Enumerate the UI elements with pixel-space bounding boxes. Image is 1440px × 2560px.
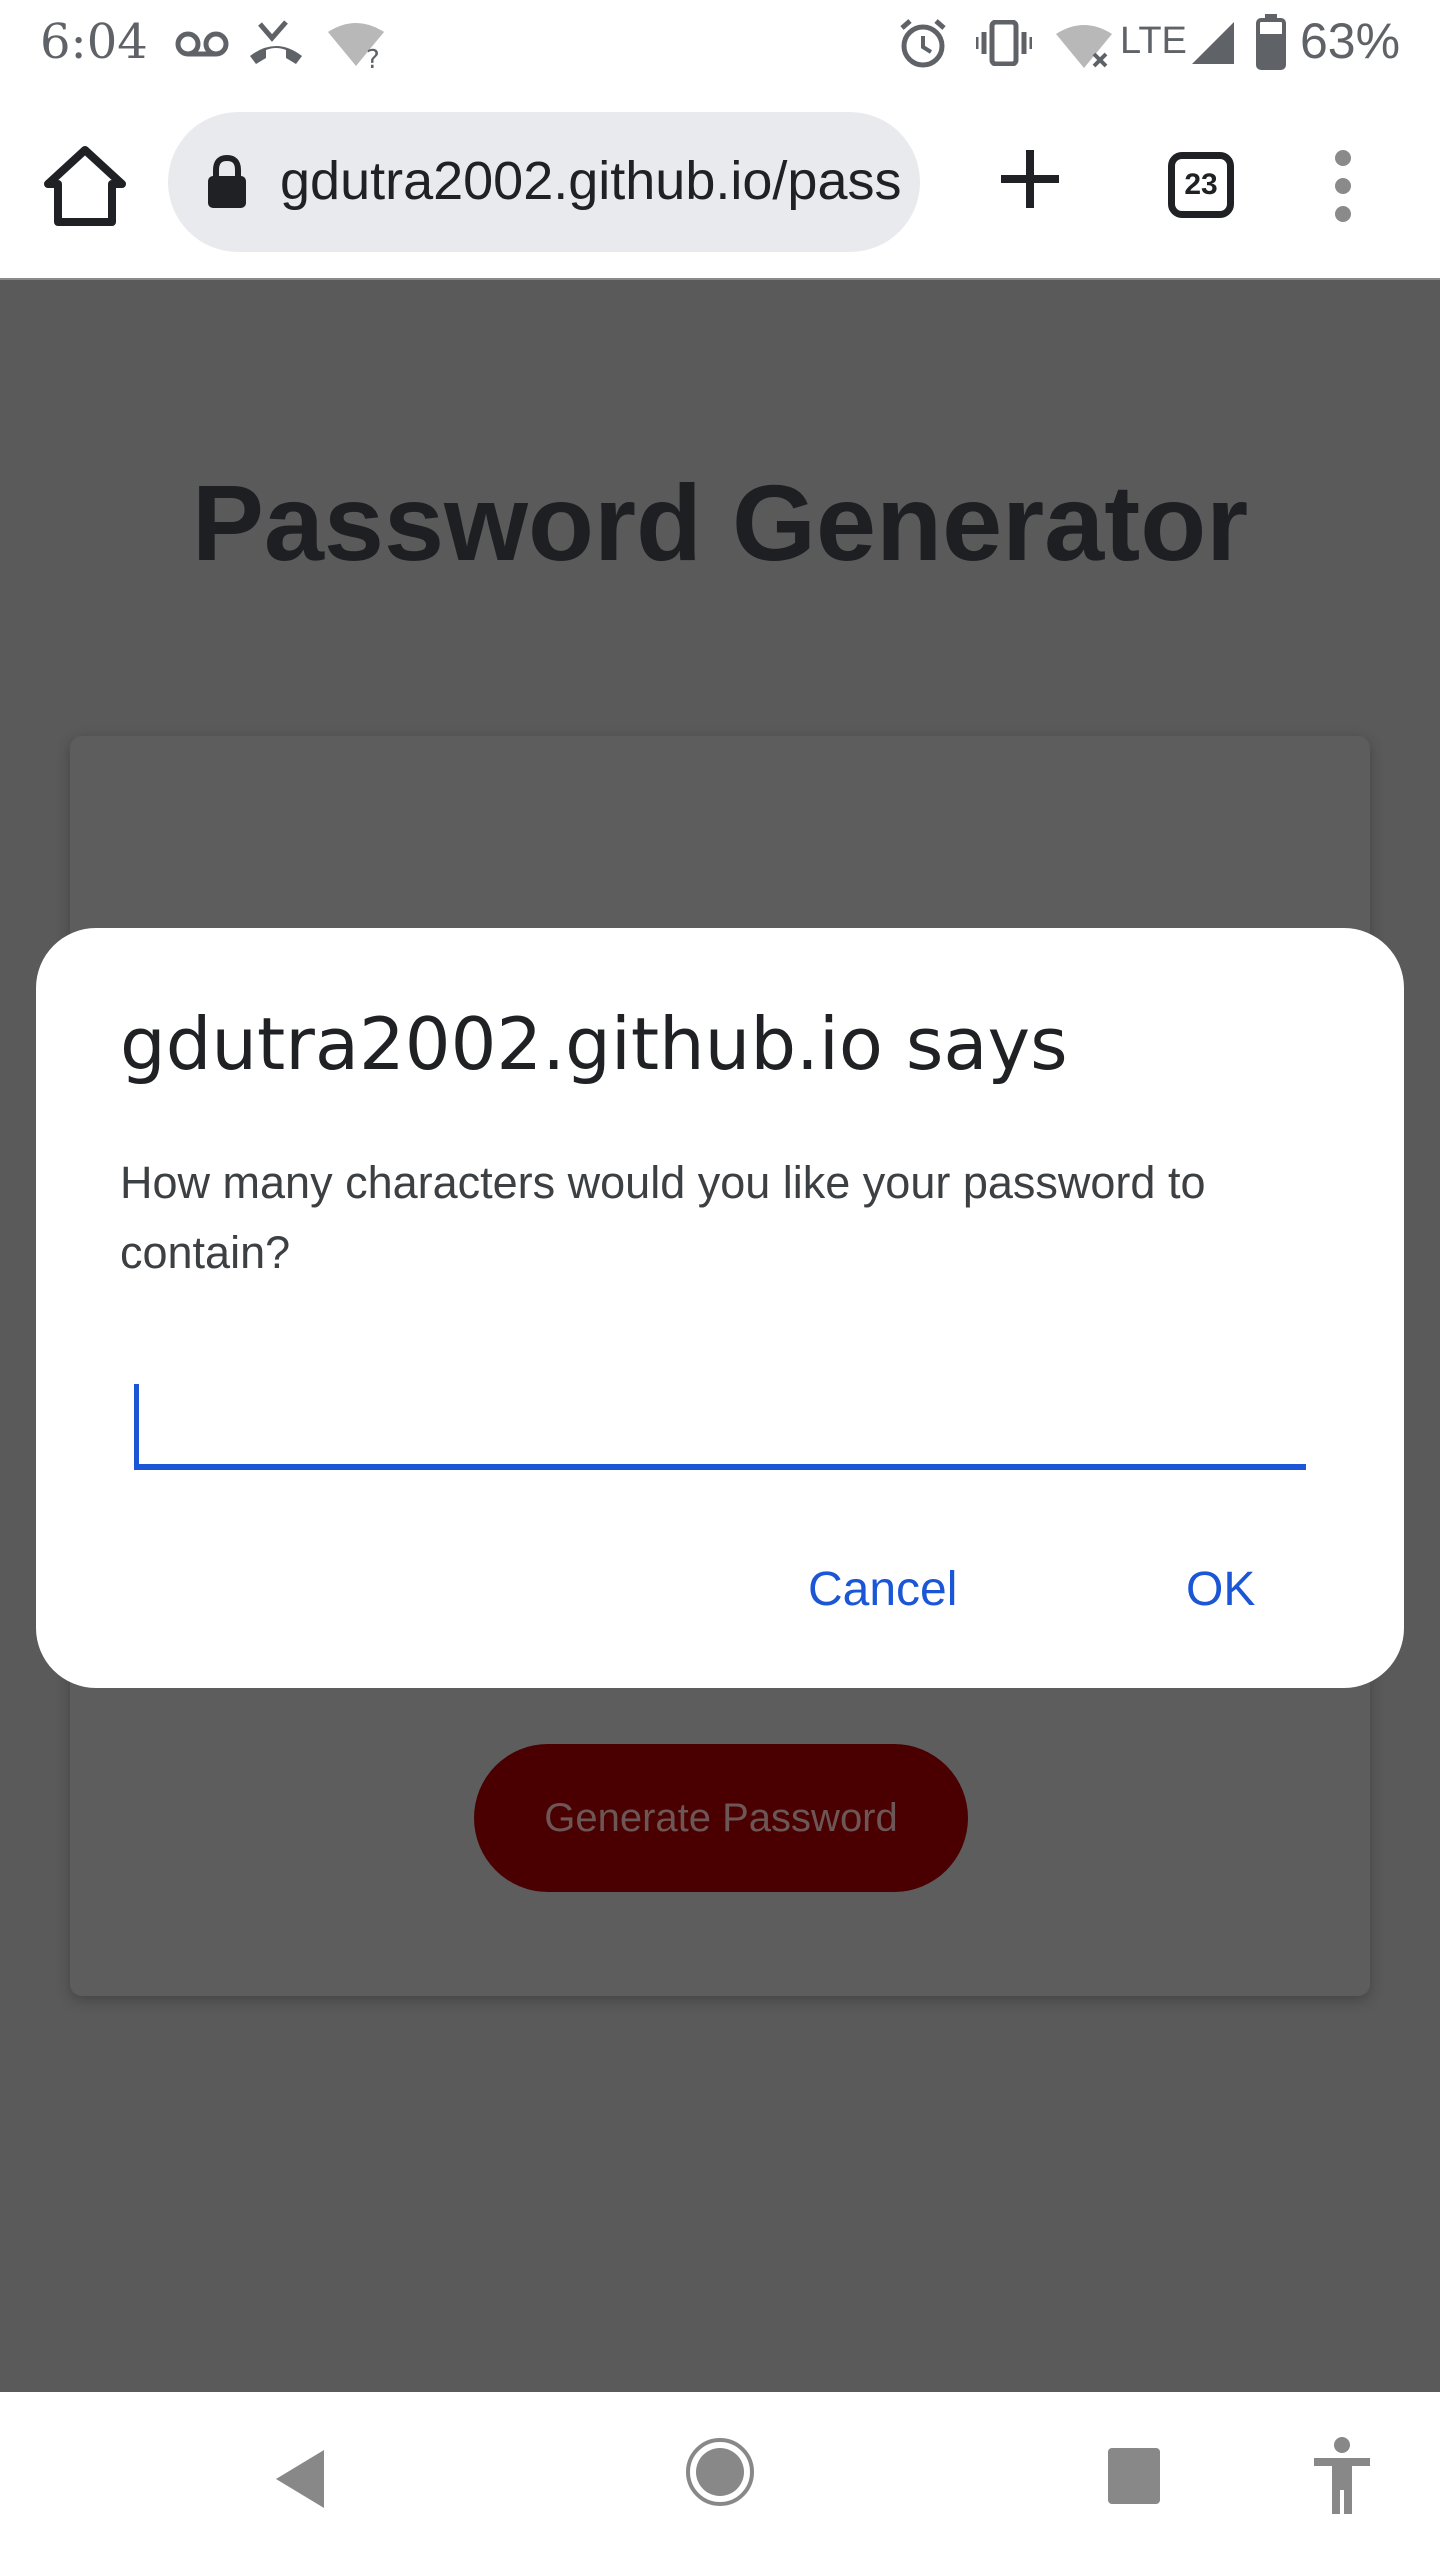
status-time: 6:04 — [40, 14, 148, 70]
battery-percent: 63% — [1300, 13, 1401, 69]
omnibox[interactable]: gdutra2002.github.io/password-generator — [168, 112, 920, 252]
dialog-message: How many characters would you like your … — [120, 1157, 1206, 1278]
alarm-icon — [900, 19, 946, 68]
home-icon[interactable] — [40, 142, 130, 232]
lock-icon — [208, 154, 246, 208]
back-icon[interactable] — [268, 2444, 332, 2514]
status-bar: 6:04 ? LTE 63% — [0, 0, 1440, 90]
vibrate-icon — [976, 20, 1032, 66]
system-nav-bar — [0, 2392, 1440, 2560]
wifi-unknown-icon: ? — [328, 23, 384, 70]
browser-toolbar: gdutra2002.github.io/password-generator … — [0, 90, 1440, 280]
cancel-button[interactable]: Cancel — [808, 1562, 957, 1617]
voicemail-icon — [175, 31, 229, 57]
more-vert-icon[interactable] — [1318, 148, 1368, 224]
home-circle-icon[interactable] — [684, 2436, 756, 2508]
svg-text:?: ? — [366, 45, 380, 70]
battery-icon — [1256, 14, 1286, 70]
dialog-title: gdutra2002.github.io says — [120, 1002, 1068, 1086]
generate-password-button[interactable]: Generate Password — [474, 1744, 968, 1892]
missed-call-icon — [250, 20, 302, 64]
text-caret — [134, 1384, 139, 1466]
plus-icon[interactable] — [990, 134, 1070, 224]
character-count-input[interactable] — [134, 1368, 1306, 1470]
page-title: Password Generator — [191, 462, 1249, 583]
accessibility-icon[interactable] — [1312, 2436, 1372, 2516]
tabs-icon[interactable]: 23 — [1168, 152, 1234, 218]
url-text: gdutra2002.github.io/password-generator — [280, 151, 900, 211]
signal-icon — [1192, 22, 1234, 64]
tab-count: 23 — [1184, 168, 1218, 201]
recents-icon[interactable] — [1108, 2448, 1160, 2504]
prompt-dialog: gdutra2002.github.io says How many chara… — [36, 928, 1404, 1688]
wifi-off-icon — [1056, 25, 1112, 68]
network-type: LTE — [1120, 20, 1187, 62]
ok-button[interactable]: OK — [1186, 1562, 1255, 1617]
